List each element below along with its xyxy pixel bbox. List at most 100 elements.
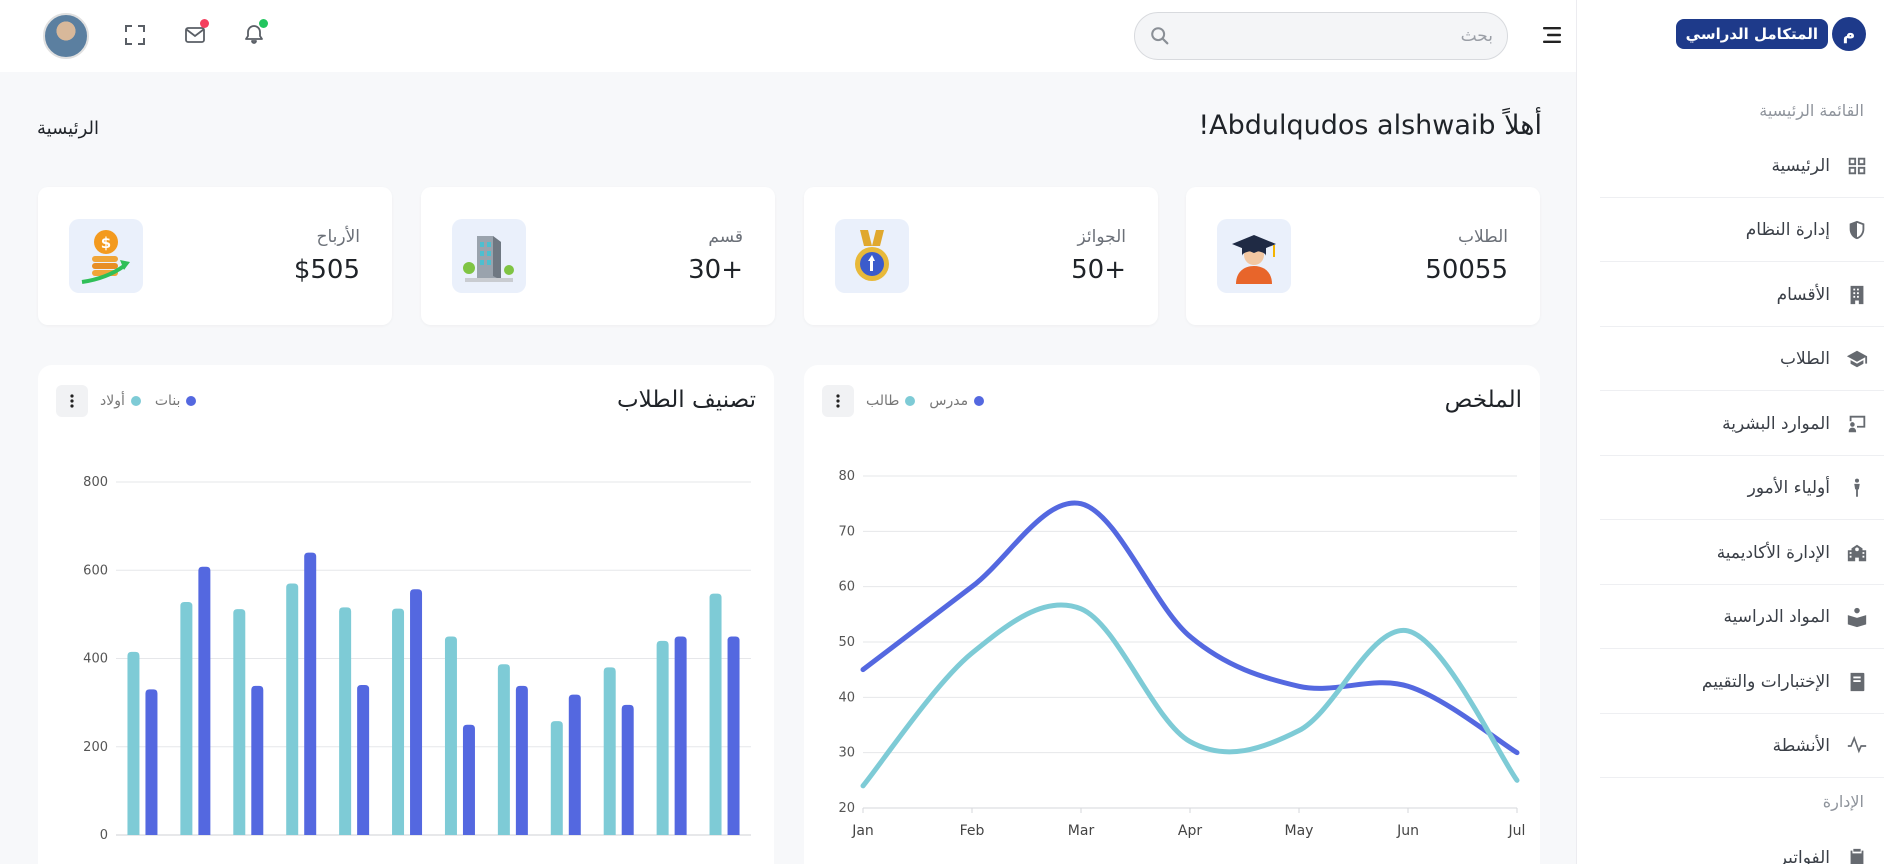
sidebar-item-label: المواد الدراسية (1723, 606, 1830, 627)
series-line (860, 500, 1520, 756)
fullscreen-button[interactable] (121, 21, 149, 49)
x-tick-label: May (1285, 823, 1314, 839)
avatar[interactable] (43, 13, 89, 59)
y-tick-label: 0 (100, 828, 108, 843)
sidebar-item-activities[interactable]: الأنشطة (1600, 714, 1884, 778)
students-chart-card: تصنيف الطلاب بنات أولاد 0 200 400 600 800 (38, 365, 774, 864)
bar (550, 721, 563, 835)
bar (727, 636, 740, 835)
sidebar-item-academic[interactable]: الإدارة الأكاديمية (1600, 521, 1884, 585)
building-icon (1850, 285, 1864, 304)
teacher-board-icon (1848, 415, 1866, 432)
search-icon[interactable] (1149, 25, 1171, 47)
bar (233, 609, 246, 835)
y-tick-label: 800 (83, 475, 108, 490)
sidebar-item-exams[interactable]: الإختبارات والتقييم (1600, 650, 1884, 714)
sidebar-item-label: الأنشطة (1772, 735, 1830, 756)
y-tick-label: 80 (838, 469, 855, 484)
medal-icon (835, 219, 909, 293)
breadcrumb[interactable]: الرئيسية (37, 118, 99, 139)
sidebar-item-subjects[interactable]: المواد الدراسية (1600, 585, 1884, 649)
sidebar-item-label: الطلاب (1780, 348, 1830, 369)
y-tick-label: 200 (83, 740, 108, 755)
stat-label: قسم (708, 227, 743, 247)
bar (656, 640, 669, 835)
menu-toggle-icon[interactable] (1541, 24, 1563, 46)
x-tick-label: Jun (1396, 823, 1419, 839)
bar (709, 593, 722, 835)
sidebar-item-home[interactable]: الرئيسية (1600, 134, 1884, 198)
sidebar-item-label: الأقسام (1776, 284, 1830, 305)
summary-chart-card: الملخص مدرس طالب 20 30 40 50 60 70 80 Jan Feb Mar… (804, 365, 1540, 864)
stat-label: الجوائز (1077, 227, 1127, 247)
sidebar-item-label: الإدارة الأكاديمية (1716, 542, 1830, 563)
stat-label: الأرباح (316, 227, 360, 247)
bar (603, 667, 616, 835)
y-tick-label: 600 (83, 563, 108, 578)
x-tick-label: Jul (1508, 823, 1526, 839)
welcome-title: أهلاً Abdulqudos alshwaib! (1198, 110, 1542, 141)
sidebar-item-label: الفواتير (1778, 848, 1830, 864)
topbar (0, 0, 1576, 72)
school-icon (1847, 544, 1867, 561)
book-open-icon (1847, 607, 1867, 627)
stat-value: 30+ (688, 255, 743, 285)
stat-card-departments: قسم 30+ (421, 187, 775, 325)
y-tick-label: 50 (838, 635, 855, 650)
bar (180, 602, 193, 835)
bar (497, 664, 510, 835)
x-tick-label: Apr (1178, 823, 1202, 839)
bar (286, 583, 299, 835)
stat-card-earnings: الأرباح $505 $ (38, 187, 392, 325)
sidebar-item-label: إدارة النظام (1745, 219, 1830, 240)
shield-icon (1849, 220, 1865, 239)
sidebar-item-hr[interactable]: الموارد البشرية (1600, 392, 1884, 456)
sidebar-item-label: الإختبارات والتقييم (1701, 671, 1830, 692)
bar (127, 651, 140, 835)
sidebar-item-departments[interactable]: الأقسام (1600, 263, 1884, 327)
x-tick-label: Mar (1068, 823, 1095, 839)
sidebar-item-label: الموارد البشرية (1722, 413, 1830, 434)
sidebar-item-system[interactable]: إدارة النظام (1600, 198, 1884, 262)
bar (251, 685, 264, 835)
sidebar-item-invoices[interactable]: الفواتير (1600, 826, 1884, 864)
bar (621, 704, 634, 835)
notebook-icon (1850, 672, 1865, 691)
activity-icon (1847, 735, 1867, 753)
stat-value: 50+ (1071, 255, 1126, 285)
y-tick-label: 40 (838, 690, 855, 705)
bar (462, 724, 475, 835)
notifications-button[interactable] (240, 19, 268, 49)
y-tick-label: 400 (83, 652, 108, 667)
y-tick-label: 70 (838, 524, 855, 539)
student-graduate-icon (1217, 219, 1291, 293)
sidebar: م المتكامل الدراسي القائمة الرئيسية الرئ… (1576, 0, 1892, 864)
grid-icon (1848, 157, 1866, 174)
svg-text:$: $ (101, 234, 111, 252)
graduation-cap-icon (1846, 350, 1868, 367)
y-tick-label: 20 (838, 801, 855, 816)
sidebar-item-students[interactable]: الطلاب (1600, 327, 1884, 391)
bar (357, 684, 370, 835)
bar (392, 608, 405, 835)
bar (410, 589, 423, 835)
summary-line-chart: 20 30 40 50 60 70 80 Jan Feb Mar Apr May Jun Jul (838, 469, 1526, 839)
brand-logo: م (1832, 17, 1866, 51)
x-tick-label: Jan (851, 823, 874, 839)
search-bar[interactable] (1134, 12, 1508, 60)
sidebar-item-parents[interactable]: أولياء الأمور (1600, 456, 1884, 520)
bar (145, 689, 158, 835)
stat-card-students: الطلاب 50055 (1186, 187, 1540, 325)
sidebar-section-admin: الإدارة (1822, 792, 1864, 811)
bar (198, 566, 211, 835)
y-tick-label: 60 (838, 580, 855, 595)
search-input[interactable] (1171, 26, 1493, 46)
messages-button[interactable] (181, 19, 209, 49)
stat-label: الطلاب (1458, 227, 1508, 247)
stat-value: 50055 (1425, 255, 1508, 285)
mail-dot (200, 19, 209, 28)
brand[interactable]: م المتكامل الدراسي (1675, 17, 1866, 51)
y-tick-label: 30 (838, 746, 855, 761)
stat-value: $505 (293, 255, 360, 285)
bar (674, 636, 687, 835)
